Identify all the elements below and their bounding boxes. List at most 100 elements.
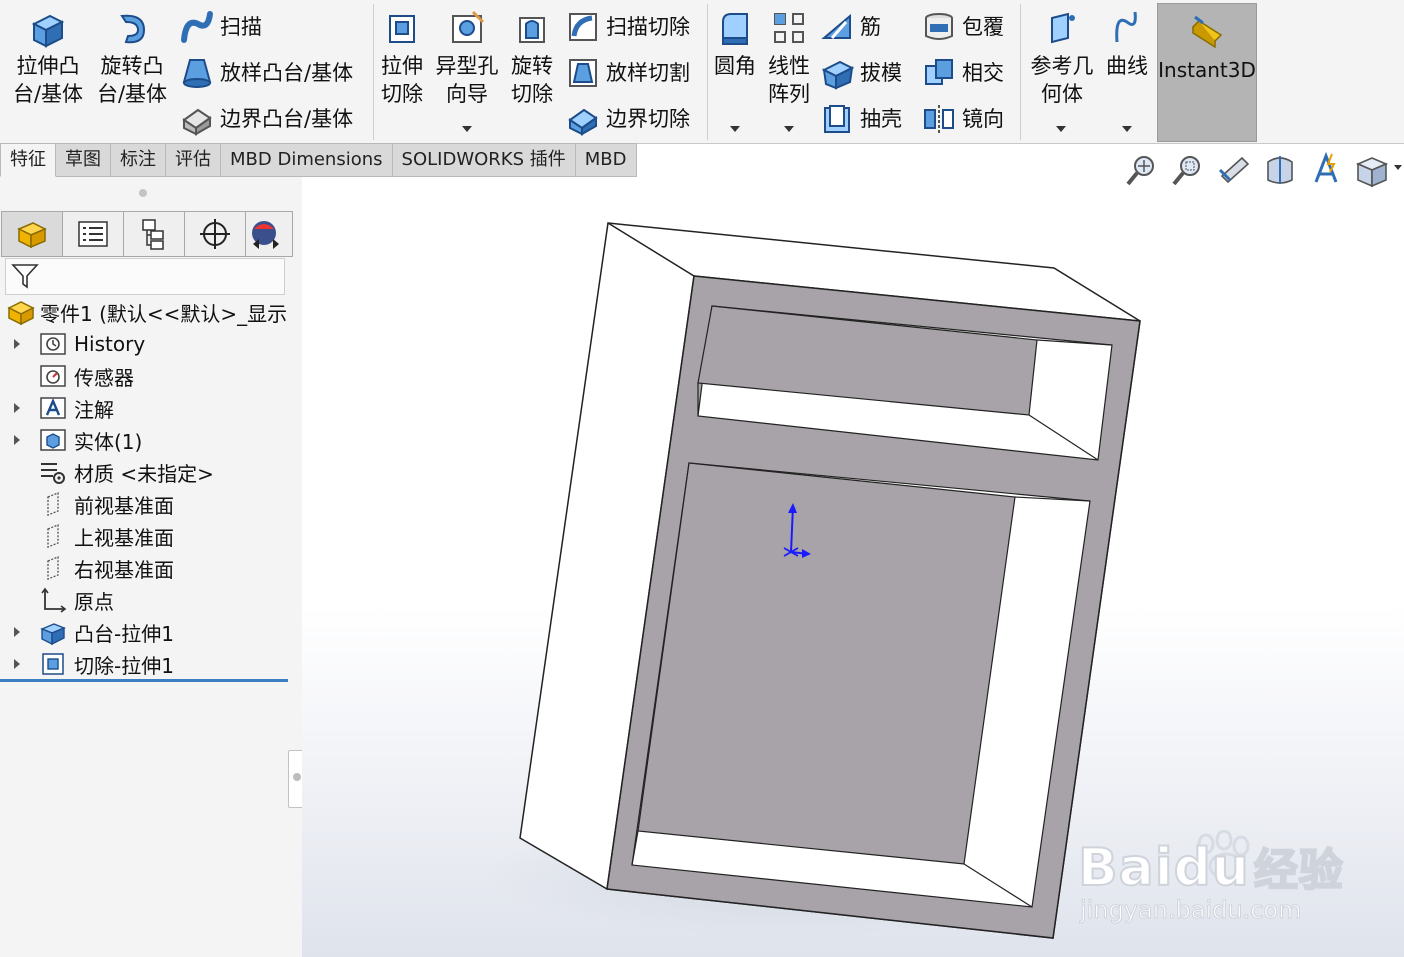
fillet-dropdown-caret[interactable] <box>730 126 740 132</box>
reference-geometry-button[interactable]: 参考几 何体 <box>1024 6 1100 108</box>
mirror-icon <box>922 102 956 136</box>
plane-icon <box>38 554 68 582</box>
curves-icon <box>1105 6 1149 50</box>
boundary-cut-icon <box>566 102 600 136</box>
tree-item-label: 前视基准面 <box>74 493 174 518</box>
expand-arrow-icon[interactable] <box>14 627 20 637</box>
tab-configuration-manager[interactable] <box>123 211 185 257</box>
loft-cut-button[interactable]: 放样切割 <box>566 56 690 90</box>
tree-item-sensors[interactable]: 传感器 <box>0 360 288 392</box>
tab-feature-manager[interactable] <box>1 211 63 257</box>
tree-item-history[interactable]: History <box>0 328 288 360</box>
configuration-manager-icon <box>142 219 164 250</box>
boundary-boss-button[interactable]: 边界凸台/基体 <box>180 102 353 136</box>
tree-item-right-plane[interactable]: 右视基准面 <box>0 552 288 584</box>
tab-solidworks-addins[interactable]: SOLIDWORKS 插件 <box>392 143 576 177</box>
boundary-cut-button[interactable]: 边界切除 <box>566 102 690 136</box>
intersect-button[interactable]: 相交 <box>922 56 1004 90</box>
extrude-cut-icon <box>380 6 424 50</box>
filter-icon <box>11 264 39 289</box>
tree-item-annotations[interactable]: 注解 <box>0 392 288 424</box>
part-name: 零件1 (默认<<默认>_显示 <box>40 301 288 326</box>
expand-arrow-icon[interactable] <box>14 435 20 445</box>
origin-icon <box>38 586 68 614</box>
zoom-to-fit-icon[interactable] <box>1122 150 1162 190</box>
tree-item-label: 材质 <未指定> <box>74 461 214 486</box>
tree-root-part[interactable]: 零件1 (默认<<默认>_显示 <box>0 296 288 328</box>
mirror-button[interactable]: 镜向 <box>922 102 1004 136</box>
expand-arrow-icon[interactable] <box>14 339 20 349</box>
loft-cut-icon <box>566 56 600 90</box>
watermark-brand: Bai <box>1077 837 1174 899</box>
ribbon-separator <box>707 4 708 140</box>
tab-property-manager[interactable] <box>62 211 124 257</box>
hole-wizard-dropdown-caret[interactable] <box>462 126 472 132</box>
sweep-icon <box>180 10 214 44</box>
instant3d-button[interactable]: Instant3D <box>1157 3 1257 142</box>
draft-icon <box>820 56 854 90</box>
curves-button[interactable]: 曲线 <box>1102 6 1152 80</box>
tree-item-top-plane[interactable]: 上视基准面 <box>0 520 288 552</box>
display-style-icon[interactable] <box>1352 150 1392 190</box>
rollback-bar[interactable] <box>0 679 288 682</box>
sweep-label: 扫描 <box>220 15 262 39</box>
tree-filter-box[interactable] <box>5 258 285 295</box>
expand-arrow-icon[interactable] <box>14 659 20 669</box>
tab-mbd[interactable]: MBD <box>575 143 637 177</box>
section-view-icon[interactable] <box>1260 150 1300 190</box>
rib-icon <box>820 10 854 44</box>
feature-manager-icon <box>17 222 47 249</box>
boundary-boss-label: 边界凸台/基体 <box>220 107 354 131</box>
tab-dimxpert-manager[interactable] <box>184 211 246 257</box>
zoom-to-area-icon[interactable] <box>1168 150 1208 190</box>
extrude-boss-label: 拉伸凸 台/基体 <box>12 54 84 106</box>
linear-pattern-button[interactable]: 线性 阵列 <box>762 6 816 108</box>
tree-item-boss-extrude1[interactable]: 凸台-拉伸1 <box>0 616 288 648</box>
previous-view-icon[interactable] <box>1214 150 1254 190</box>
sweep-button[interactable]: 扫描 <box>180 10 262 44</box>
revolve-cut-button[interactable]: 旋转 切除 <box>506 6 558 108</box>
tree-item-front-plane[interactable]: 前视基准面 <box>0 488 288 520</box>
loft-boss-button[interactable]: 放样凸台/基体 <box>180 56 353 90</box>
hole-wizard-icon <box>445 6 489 50</box>
boundary-boss-icon <box>180 102 214 136</box>
sweep-cut-button[interactable]: 扫描切除 <box>566 10 690 44</box>
tab-sketch[interactable]: 草图 <box>56 143 111 177</box>
revolve-boss-icon <box>110 6 154 50</box>
tree-item-origin[interactable]: 原点 <box>0 584 288 616</box>
fillet-button[interactable]: 圆角 <box>710 6 760 80</box>
loft-boss-icon <box>180 56 214 90</box>
hole-wizard-button[interactable]: 异型孔 向导 <box>430 6 504 108</box>
wrap-icon <box>922 10 956 44</box>
plane-icon <box>38 522 68 550</box>
scroll-right-icon[interactable] <box>267 234 285 254</box>
expand-arrow-icon[interactable] <box>14 403 20 413</box>
rib-button[interactable]: 筋 <box>820 10 881 44</box>
scroll-left-icon[interactable] <box>247 234 265 254</box>
draft-button[interactable]: 拔模 <box>820 56 902 90</box>
tab-evaluate[interactable]: 评估 <box>166 143 221 177</box>
tree-item-material[interactable]: 材质 <未指定> <box>0 456 288 488</box>
reference-geometry-icon <box>1040 6 1084 50</box>
reference-geometry-dropdown-caret[interactable] <box>1056 126 1066 132</box>
shell-button[interactable]: 抽壳 <box>820 102 902 136</box>
extrude-boss-button[interactable]: 拉伸凸 台/基体 <box>10 6 86 108</box>
tab-mbd-dimensions[interactable]: MBD Dimensions <box>221 143 393 177</box>
draft-label: 拔模 <box>860 61 902 85</box>
extrude-cut-button[interactable]: 拉伸 切除 <box>376 6 428 108</box>
tree-item-solid-bodies[interactable]: 实体(1) <box>0 424 288 456</box>
curves-dropdown-caret[interactable] <box>1122 126 1132 132</box>
tree-item-label: 实体(1) <box>74 429 143 454</box>
tab-annotation[interactable]: 标注 <box>111 143 166 177</box>
panel-grip[interactable] <box>139 189 147 197</box>
revolve-boss-button[interactable]: 旋转凸 台/基体 <box>94 6 170 108</box>
tab-features[interactable]: 特征 <box>0 143 56 177</box>
tree-item-cut-extrude1[interactable]: 切除-拉伸1 <box>0 648 288 680</box>
display-style-dropdown-caret[interactable] <box>1394 165 1402 170</box>
view-orientation-icon[interactable] <box>1306 150 1346 190</box>
sensor-icon <box>38 362 68 390</box>
fillet-icon <box>713 6 757 50</box>
pattern-dropdown-caret[interactable] <box>784 126 794 132</box>
wrap-button[interactable]: 包覆 <box>922 10 1004 44</box>
intersect-icon <box>922 56 956 90</box>
